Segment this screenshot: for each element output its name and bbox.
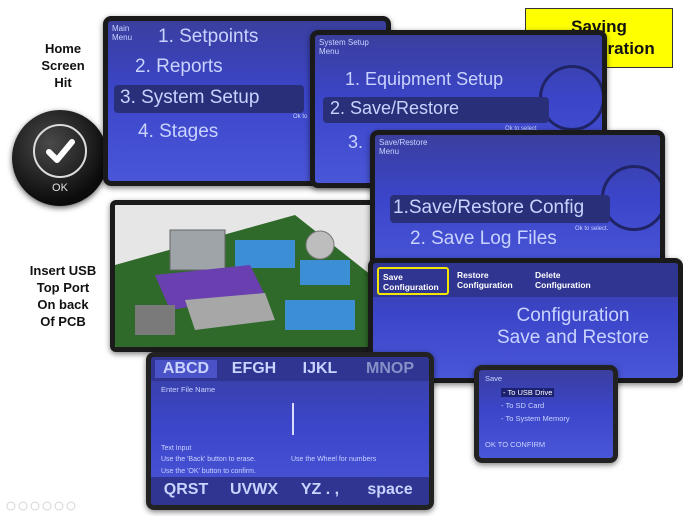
save-restore-item-selected[interactable]: 1.Save/Restore Config — [393, 197, 584, 219]
save-restore-item[interactable]: 2. Save Log Files — [410, 228, 557, 250]
system-setup-header: System Setup Menu — [319, 38, 369, 56]
save-destination-title: Save — [485, 374, 503, 383]
key-abcd[interactable]: ABCD — [155, 360, 217, 378]
text-cursor[interactable] — [292, 403, 294, 435]
key-qrst[interactable]: QRST — [155, 481, 217, 499]
key-uvwx[interactable]: UVWX — [223, 481, 285, 499]
key-space[interactable]: space — [357, 481, 423, 499]
help-ok: Use the 'OK' button to confirm. — [161, 468, 256, 475]
option-system-memory[interactable]: - To System Memory — [501, 414, 570, 423]
confirm-hint: OK TO CONFIRM — [485, 440, 546, 449]
main-menu-item[interactable]: 4. Stages — [138, 121, 218, 143]
key-efgh[interactable]: EFGH — [223, 360, 285, 378]
save-destination-screen: Save - To USB Drive - To SD Card - To Sy… — [474, 365, 618, 463]
ok-label: OK — [52, 182, 68, 194]
main-menu-hint: Ok to — [293, 114, 308, 120]
home-screen-label: Home Screen Hit — [41, 41, 85, 90]
key-mnop[interactable]: MNOP — [357, 360, 423, 378]
option-usb-drive[interactable]: - To USB Drive — [501, 388, 555, 397]
help-wheel: Use the Wheel for numbers — [291, 456, 377, 463]
help-back: Use the 'Back' button to erase. — [161, 456, 256, 463]
config-title: Configuration Save and Restore — [496, 305, 650, 348]
save-restore-hint: Ok to select. — [575, 226, 609, 232]
ok-button[interactable]: OK — [12, 110, 108, 206]
main-menu-header: Main Menu — [112, 24, 133, 42]
system-setup-item[interactable]: 3. — [348, 132, 363, 153]
help-title: Text Input — [161, 445, 192, 452]
pcb-usb-photo — [110, 200, 376, 352]
tab-save-configuration[interactable]: Save Configuration — [377, 267, 449, 295]
tab-restore-configuration[interactable]: Restore Configuration — [457, 270, 513, 290]
scroll-wheel-icon — [539, 65, 602, 131]
usb-instruction-label: Insert USB Top Port On back Of PCB — [29, 263, 97, 329]
key-ijkl[interactable]: IJKL — [289, 360, 351, 378]
file-name-screen: ABCD EFGH IJKL MNOP Enter File Name Text… — [146, 352, 434, 510]
key-yz[interactable]: YZ . , — [289, 481, 351, 499]
main-menu-item[interactable]: 1. Setpoints — [158, 26, 258, 48]
tab-delete-configuration[interactable]: Delete Configuration — [535, 270, 591, 290]
option-sd-card[interactable]: - To SD Card — [501, 401, 544, 410]
main-menu-item[interactable]: 2. Reports — [135, 56, 223, 78]
file-name-label: Enter File Name — [161, 385, 216, 394]
check-icon — [33, 124, 87, 178]
scroll-wheel-icon — [601, 165, 660, 231]
footer-icons — [6, 498, 86, 511]
system-setup-item[interactable]: 1. Equipment Setup — [345, 69, 503, 90]
main-menu-item-selected[interactable]: 3. System Setup — [120, 87, 259, 109]
system-setup-item-selected[interactable]: 2. Save/Restore — [330, 98, 459, 119]
save-restore-header: Save/Restore Menu — [379, 138, 428, 156]
